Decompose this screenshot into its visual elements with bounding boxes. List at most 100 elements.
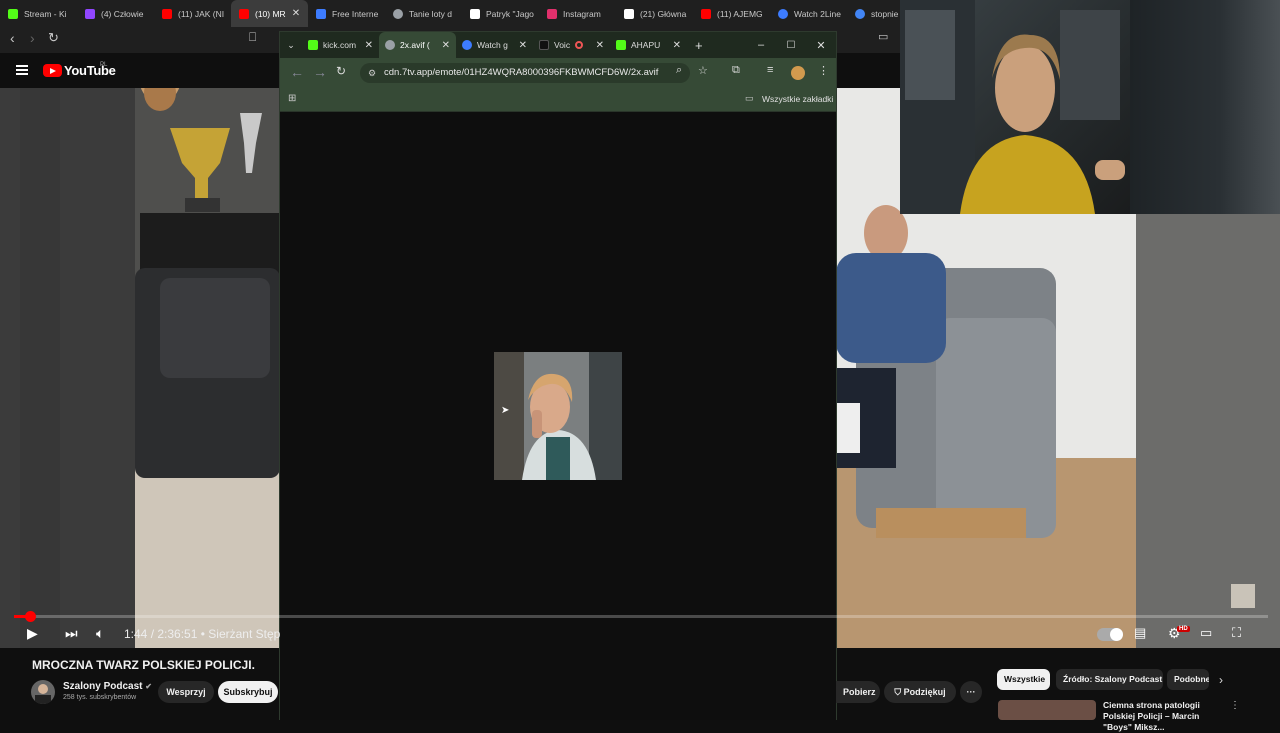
recommendation-menu-icon[interactable]: ⋮ bbox=[1230, 700, 1240, 711]
profile-avatar[interactable] bbox=[791, 66, 805, 80]
watch2gether-icon bbox=[778, 8, 788, 19]
new-tab-button[interactable]: + bbox=[695, 38, 703, 53]
outer-tab[interactable]: Stream - Ki bbox=[0, 0, 77, 27]
channel-watermark[interactable] bbox=[1231, 584, 1255, 608]
minimize-icon[interactable]: – bbox=[746, 39, 776, 51]
kick-icon bbox=[616, 40, 626, 50]
video-frame-left[interactable] bbox=[0, 88, 280, 648]
image-viewer: ➤ bbox=[280, 112, 836, 720]
close-tab-icon[interactable]: ✕ bbox=[673, 40, 681, 51]
popup-tab[interactable]: Voic ✕ bbox=[533, 32, 610, 58]
close-tab-icon[interactable]: ✕ bbox=[365, 40, 373, 51]
download-button[interactable]: Pobierz bbox=[836, 681, 880, 703]
close-tab-icon[interactable]: ✕ bbox=[292, 8, 300, 19]
fullscreen-icon[interactable]: ⛶ bbox=[1232, 625, 1241, 641]
chip-source[interactable]: Źródło: Szalony Podcast bbox=[1056, 669, 1163, 690]
popup-tab[interactable]: kick.com ✕ bbox=[302, 32, 379, 58]
back-icon[interactable]: ‹ bbox=[10, 30, 15, 46]
verified-icon: ✔ bbox=[145, 682, 152, 691]
outer-tab[interactable]: (11) AJEMG bbox=[693, 0, 770, 27]
avatar-picture bbox=[35, 684, 51, 704]
progress-bar[interactable] bbox=[14, 615, 1268, 618]
volume-icon[interactable]: 🔈︎ bbox=[96, 625, 104, 642]
bookmarks-bar: ⊞ ▭ Wszystkie zakładki bbox=[280, 88, 836, 112]
close-window-icon[interactable]: ✕ bbox=[806, 39, 836, 52]
support-button[interactable]: Wesprzyj bbox=[158, 681, 214, 703]
channel-avatar[interactable] bbox=[31, 680, 55, 704]
hd-badge: HD bbox=[1177, 626, 1190, 632]
outer-tab[interactable]: (4) Człowie bbox=[77, 0, 154, 27]
translate-icon bbox=[316, 8, 326, 19]
popup-address-bar: ← → ↻ ⚙ cdn.7tv.app/emote/01HZ4WQRA80003… bbox=[280, 58, 836, 88]
subscriber-count: 258 tys. subskrybentów bbox=[63, 694, 137, 701]
autoplay-toggle[interactable] bbox=[1097, 628, 1123, 641]
subscribe-button[interactable]: Subskrybuj bbox=[218, 681, 278, 703]
site-info-icon[interactable]: ⚙ bbox=[368, 63, 376, 83]
youtube-icon bbox=[239, 8, 249, 19]
youtube-logo-text[interactable]: YouTube bbox=[64, 63, 116, 78]
tab-search-icon[interactable]: ⌄ bbox=[280, 40, 302, 51]
zoom-icon[interactable]: ⌕ bbox=[676, 64, 682, 77]
chip-similar[interactable]: Podobne bbox=[1167, 669, 1209, 690]
studio-scene-left bbox=[0, 88, 280, 648]
reload-icon[interactable]: ↻ bbox=[336, 64, 346, 78]
outer-tab[interactable]: (21) Główna bbox=[616, 0, 693, 27]
apps-grid-icon[interactable]: ⊞ bbox=[288, 93, 296, 104]
forward-icon[interactable]: → bbox=[313, 64, 327, 80]
popup-tab-active[interactable]: 2x.avif (✕ bbox=[379, 32, 456, 58]
cast-icon[interactable]: ▭ bbox=[878, 30, 888, 43]
channel-name-text[interactable]: Szalony Podcast bbox=[63, 681, 142, 692]
popup-tab[interactable]: Watch g ✕ bbox=[456, 32, 533, 58]
all-bookmarks-label[interactable]: Wszystkie zakładki bbox=[762, 94, 833, 104]
recommendation-thumbnail[interactable] bbox=[998, 700, 1096, 720]
reload-icon[interactable]: ↻ bbox=[48, 30, 59, 46]
globe-icon bbox=[385, 40, 395, 50]
close-tab-icon[interactable]: ✕ bbox=[596, 40, 604, 51]
chevron-right-icon[interactable]: › bbox=[1219, 673, 1223, 687]
forward-icon[interactable]: › bbox=[30, 30, 35, 46]
extensions-icon[interactable]: ⧉ bbox=[732, 64, 740, 77]
kick-icon bbox=[308, 40, 318, 50]
close-tab-icon[interactable]: ✕ bbox=[442, 40, 450, 51]
youtube-header: YouTube PL bbox=[0, 53, 280, 88]
channel-name[interactable]: Szalony Podcast ✔ bbox=[63, 681, 152, 692]
recording-icon bbox=[575, 41, 584, 49]
time-text: 1:44 / 2:36:51 bbox=[124, 627, 198, 641]
menu-kebab-icon[interactable]: ⋮ bbox=[818, 64, 829, 77]
more-actions-button[interactable]: ··· bbox=[960, 681, 982, 703]
thanks-button[interactable]: ⛉ Podziękuj bbox=[884, 681, 956, 703]
outer-tab[interactable]: Instagram bbox=[539, 0, 616, 27]
webcam-overlay bbox=[900, 0, 1130, 214]
bookmark-icon[interactable]: ⎕ bbox=[249, 30, 256, 45]
url-field[interactable]: ⚙ cdn.7tv.app/emote/01HZ4WQRA8000396FKBW… bbox=[360, 63, 690, 83]
outer-tab[interactable]: Free Interne bbox=[308, 0, 385, 27]
recommendation-title[interactable]: Ciemna strona patologii Polskiej Policji… bbox=[1103, 700, 1227, 733]
b-letter-icon bbox=[470, 8, 480, 19]
outer-tab[interactable]: stopnie w bbox=[847, 0, 900, 27]
folder-icon: ▭ bbox=[745, 93, 754, 103]
youtube-logo-icon[interactable] bbox=[43, 64, 62, 77]
close-tab-icon[interactable]: ✕ bbox=[519, 40, 527, 51]
back-icon[interactable]: ← bbox=[290, 64, 304, 80]
time-display: 1:44 / 2:36:51 • Sierżant Stęp bbox=[124, 627, 280, 641]
subtitles-icon[interactable]: ▤ bbox=[1134, 625, 1146, 641]
maximize-icon[interactable]: ☐ bbox=[776, 40, 806, 51]
outer-tab[interactable]: (11) JAK (NI bbox=[154, 0, 231, 27]
outer-tab[interactable]: Tanie loty d bbox=[385, 0, 462, 27]
chip-all[interactable]: Wszystkie bbox=[997, 669, 1050, 690]
star-icon[interactable]: ☆ bbox=[698, 64, 708, 77]
outer-tab[interactable]: Patryk "Jago bbox=[462, 0, 539, 27]
voice-app-icon bbox=[539, 40, 549, 50]
outer-tab-active[interactable]: (10) MR ✕ bbox=[231, 0, 308, 27]
menu-icon[interactable] bbox=[16, 65, 28, 75]
outer-tab[interactable]: Watch 2Line bbox=[770, 0, 847, 27]
next-icon[interactable]: ⏭ bbox=[65, 625, 78, 642]
chapter-text[interactable]: • Sierżant Stęp bbox=[201, 627, 281, 641]
popup-tab[interactable]: AHAPU ✕ bbox=[610, 32, 687, 58]
theater-mode-icon[interactable]: ▭ bbox=[1200, 625, 1212, 641]
play-icon[interactable]: ▶ bbox=[27, 625, 38, 642]
outer-tab-strip: Stream - Ki (4) Człowie (11) JAK (NI (10… bbox=[0, 0, 900, 27]
mouse-cursor-icon: ➤ bbox=[501, 405, 510, 416]
youtube-icon bbox=[162, 8, 172, 19]
media-icon[interactable]: ≡ bbox=[767, 64, 773, 76]
